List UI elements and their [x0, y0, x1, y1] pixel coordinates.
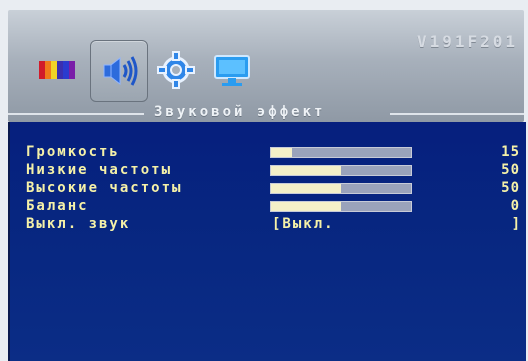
- setting-row-volume[interactable]: Громкость 15: [10, 144, 526, 160]
- tab-display[interactable]: [204, 40, 260, 100]
- setting-value: 50: [501, 162, 520, 178]
- treble-slider[interactable]: [270, 183, 412, 194]
- model-label: V191F201: [416, 32, 518, 51]
- setting-label: Громкость: [26, 144, 120, 160]
- speaker-icon: [103, 56, 138, 86]
- osd-menu: V191F201 Звуковой эффект Громкость 15 Ни…: [0, 0, 528, 361]
- setting-label: Высокие частоты: [26, 180, 183, 196]
- setting-value: 0: [510, 198, 520, 214]
- divider-left: [8, 113, 144, 115]
- setting-row-balance[interactable]: Баланс 0: [10, 198, 526, 214]
- tab-settings[interactable]: [148, 40, 204, 100]
- mute-option-close: ]: [511, 216, 520, 232]
- setting-label: Низкие частоты: [26, 162, 173, 178]
- section-header: Звуковой эффект: [8, 104, 524, 122]
- setting-row-treble[interactable]: Высокие частоты 50: [10, 180, 526, 196]
- setting-value: 50: [501, 180, 520, 196]
- tab-audio[interactable]: [90, 40, 148, 102]
- tab-picture[interactable]: [30, 40, 86, 100]
- setting-label: Баланс: [26, 198, 89, 214]
- section-title: Звуковой эффект: [154, 104, 326, 120]
- bass-slider[interactable]: [270, 165, 412, 176]
- balance-slider[interactable]: [270, 201, 412, 212]
- gear-icon: [157, 51, 195, 89]
- color-bars-icon: [39, 61, 75, 79]
- setting-row-mute[interactable]: Выкл. звук [Выкл. ]: [10, 216, 526, 232]
- audio-settings-panel: Громкость 15 Низкие частоты 50 Высокие ч…: [8, 122, 526, 361]
- mute-option[interactable]: [Выкл.: [272, 216, 335, 232]
- volume-slider[interactable]: [270, 147, 412, 158]
- slider-fill: [271, 148, 292, 157]
- divider-right: [390, 113, 524, 115]
- slider-fill: [271, 184, 341, 193]
- slider-fill: [271, 166, 341, 175]
- setting-value: 15: [501, 144, 520, 160]
- slider-fill: [271, 202, 341, 211]
- setting-label: Выкл. звук: [26, 216, 131, 232]
- setting-row-bass[interactable]: Низкие частоты 50: [10, 162, 526, 178]
- monitor-icon: [214, 55, 250, 86]
